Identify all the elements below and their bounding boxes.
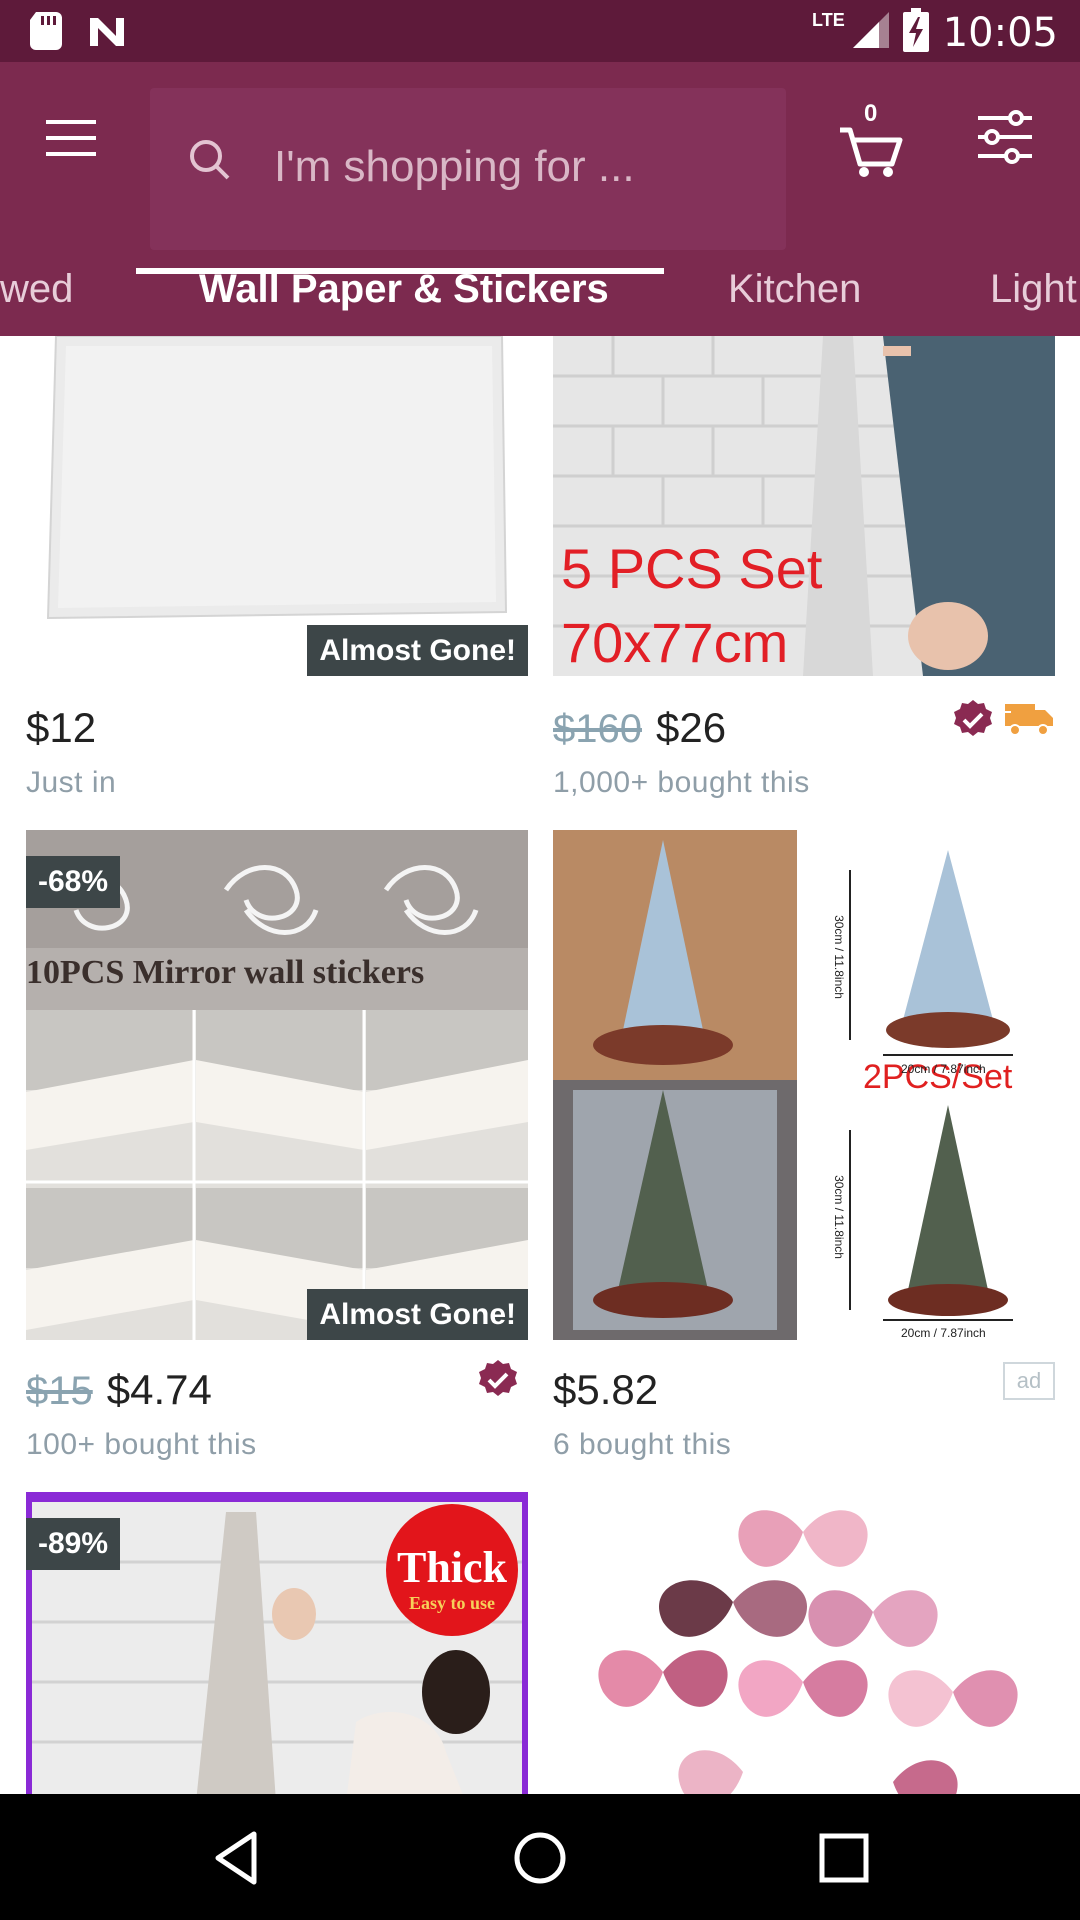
tab-wall-paper-stickers[interactable]: Wall Paper & Stickers [199,242,609,336]
product-price: $4.74 [106,1366,212,1413]
product-image[interactable]: Almost Gone! [26,336,528,676]
product-price: $5.82 [553,1366,659,1413]
original-price: $160 [553,707,642,751]
verified-seller-icon [954,700,992,736]
product-subtext: 100+ bought this [26,1428,257,1461]
image-text: 70x77cm [561,611,789,674]
menu-button[interactable] [44,116,100,164]
image-text: 5 PCS Set [561,537,823,600]
product-price: $26 [655,704,727,751]
clock: 10:05 [942,9,1058,56]
back-icon[interactable] [208,1828,268,1888]
status-bar: LTE 10:05 [0,0,1080,62]
product-price: $12 [26,704,97,751]
image-text: Thick [396,1543,508,1592]
cart-count: 0 [864,100,878,127]
dimension-label: 20cm / 7.87inch [901,1062,986,1076]
tab-wed[interactable]: wed [0,242,73,336]
product-subtext: Just in [26,766,117,799]
discount-badge: -68% [26,856,121,908]
image-text: Easy to use [408,1593,495,1613]
product-image[interactable]: 5 PCS Set 70x77cm [553,336,1055,676]
sd-card-icon [30,12,62,55]
product-subtext: 1,000+ bought this [553,766,810,799]
search-bar[interactable] [150,88,786,250]
signal-icon [852,10,889,55]
price-row: $12 [26,704,528,754]
n-notification-icon [88,14,128,53]
dimension-label: 20cm / 7.87inch [901,1326,986,1340]
original-price: $15 [26,1369,93,1413]
product-subtext: 6 bought this [553,1428,732,1461]
product-image[interactable]: 2PCS/Set 20cm / 7.87inch 20cm / 7.87inch… [553,830,1055,1340]
search-icon [188,138,232,187]
cart-button[interactable]: 0 [838,100,908,178]
dimension-label: 30cm / 11.8inch [831,915,846,999]
tab-light[interactable]: Light [990,242,1077,336]
price-row: $15 $4.74 [26,1366,528,1416]
network-type: LTE [812,10,845,30]
tab-kitchen[interactable]: Kitchen [728,242,861,336]
fast-shipping-icon [1001,704,1053,736]
ad-label: ad [1003,1362,1055,1400]
discount-badge: -89% [26,1518,121,1570]
active-tab-indicator [136,268,664,274]
dimension-label: 30cm / 11.8inch [831,1175,846,1259]
search-input[interactable] [272,138,756,196]
almost-gone-badge: Almost Gone! [307,1289,528,1340]
battery-charging-icon [902,8,929,57]
almost-gone-badge: Almost Gone! [307,625,528,676]
product-image[interactable]: 10PCS Mirror wall stickers -68% Almost G… [26,830,528,1340]
app-header: 0 wed Wall Paper & Stickers Kitchen Ligh… [0,62,1080,336]
product-image[interactable] [553,1492,1055,1794]
system-navigation-bar [0,1794,1080,1920]
verified-seller-icon [479,1360,517,1396]
menu-icon [46,120,96,156]
image-text: 10PCS Mirror wall stickers [26,954,425,991]
price-row: $5.82 [553,1366,1055,1416]
product-grid: Almost Gone! $12 Just in 5 PCS Set 70x77… [0,336,1080,1794]
filter-button[interactable] [976,110,1034,164]
home-icon[interactable] [510,1828,570,1888]
filter-icon [978,110,1032,164]
category-tabs: wed Wall Paper & Stickers Kitchen Light [0,242,1080,336]
product-image[interactable]: Thick Easy to use -89% [26,1492,528,1794]
recents-icon[interactable] [814,1828,874,1888]
